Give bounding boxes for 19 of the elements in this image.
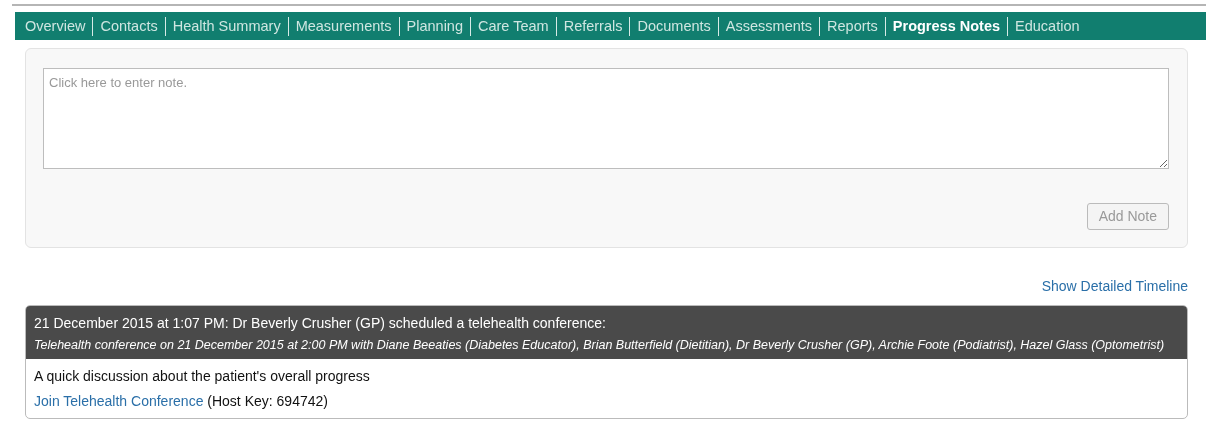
nav-tab[interactable]: Education [1007, 16, 1087, 36]
note-text: A quick discussion about the patient's overall progress [34, 367, 371, 386]
nav-tab[interactable]: Contacts [92, 16, 165, 36]
nav-tab[interactable]: Reports [819, 16, 885, 36]
timeline-link[interactable]: Show Detailed Timeline [1041, 276, 1188, 297]
note-subtitle: Telehealth conference on 21 December 2015 at 2:00 PM with Diane Beeaties (Diabetes Educator), Brian Butterfield (Dietitian), Dr Beverly Crusher (GP), Archie Foote (Podiatrist), Hazel Glass (Optometrist) [34, 337, 1166, 354]
nav-tab[interactable]: Referrals [555, 16, 630, 36]
nav-tab[interactable]: Progress Notes [884, 16, 1008, 36]
note-title: 21 December 2015 at 1:07 PM: Dr Beverly Crusher (GP) scheduled a telehealth conference: [34, 314, 607, 333]
nav-tab[interactable]: Assessments [717, 16, 820, 36]
note-field[interactable]: Click here to enter note. [43, 68, 1169, 169]
nav-tab[interactable]: Planning [398, 16, 470, 36]
nav-tab[interactable]: Documents [629, 16, 718, 36]
nav-tab[interactable]: Care Team [470, 16, 556, 36]
nav-tab[interactable]: Measurements [287, 16, 399, 36]
join-conference-link[interactable]: Join Telehealth Conference [34, 393, 204, 409]
nav-tab[interactable]: Overview [18, 16, 93, 36]
host-key-text: (Host Key: 694742) [206, 393, 328, 409]
nav-tab[interactable]: Health Summary [164, 16, 288, 36]
